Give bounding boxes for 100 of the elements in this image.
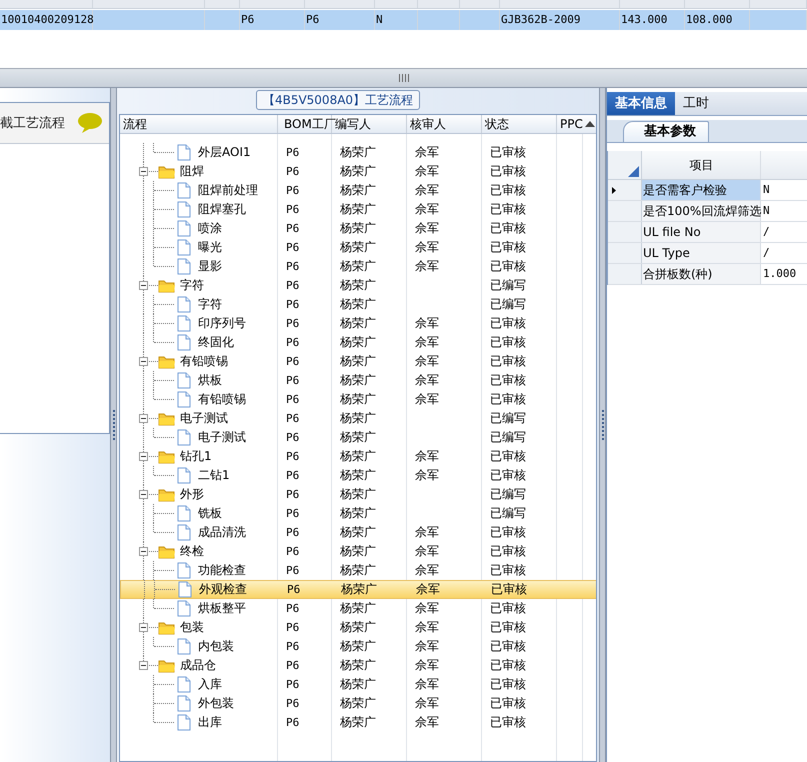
tree-row[interactable]: 钻孔1 P6 杨荣广 佘军 已审核: [120, 447, 596, 466]
folder-icon[interactable]: [158, 620, 176, 635]
tab[interactable]: 基本参数: [623, 121, 709, 142]
document-icon[interactable]: [177, 315, 191, 332]
tree-row[interactable]: 印序列号 P6 杨荣广 佘军 已审核: [120, 314, 596, 333]
tree-row[interactable]: 出库 P6 杨荣广 佘军 已审核: [120, 713, 596, 732]
status-cell: 已审核: [490, 240, 526, 254]
document-icon[interactable]: [177, 201, 191, 218]
document-icon[interactable]: [178, 581, 192, 598]
tree-row[interactable]: 阻焊 P6 杨荣广 佘军 已审核: [120, 162, 596, 181]
tree-row[interactable]: 包装 P6 杨荣广 佘军 已审核: [120, 618, 596, 637]
tree-row[interactable]: 烘板整平 P6 杨荣广 佘军 已审核: [120, 599, 596, 618]
tree-row[interactable]: 终检 P6 杨荣广 佘军 已审核: [120, 542, 596, 561]
table-cell: P6: [241, 13, 254, 26]
property-name[interactable]: UL file No: [642, 222, 761, 242]
document-icon[interactable]: [177, 144, 191, 161]
tree-row[interactable]: 烘板 P6 杨荣广 佘军 已审核: [120, 371, 596, 390]
collapse-toggle-icon[interactable]: [139, 547, 148, 556]
author-cell: 杨荣广: [340, 430, 376, 444]
document-icon[interactable]: [177, 220, 191, 237]
author-cell: 杨荣广: [340, 506, 376, 520]
tree-row[interactable]: 阻焊塞孔 P6 杨荣广 佘军 已审核: [120, 200, 596, 219]
sort-ascending-icon[interactable]: [584, 120, 595, 128]
collapse-toggle-icon[interactable]: [139, 357, 148, 366]
tree-row[interactable]: 外观检查 P6 杨荣广 佘军 已审核: [120, 580, 596, 599]
tree-row[interactable]: 入库 P6 杨荣广 佘军 已审核: [120, 675, 596, 694]
tree-row[interactable]: 字符 P6 杨荣广 已编写: [120, 295, 596, 314]
document-icon[interactable]: [177, 334, 191, 351]
column-header[interactable]: 项目: [690, 158, 714, 172]
folder-icon[interactable]: [158, 164, 176, 179]
table-row[interactable]: 10010400209128 P6 P6 N GJB362B-2009 143.000 108.000: [0, 10, 807, 30]
speech-bubble-icon[interactable]: [77, 112, 103, 134]
document-icon[interactable]: [177, 505, 191, 522]
folder-icon[interactable]: [158, 658, 176, 673]
collapse-toggle-icon[interactable]: [139, 661, 148, 670]
status-cell: 已审核: [490, 392, 526, 406]
folder-icon[interactable]: [158, 544, 176, 559]
tree-row[interactable]: 铣板 P6 杨荣广 已编写: [120, 504, 596, 523]
tree-row[interactable]: 电子测试 P6 杨荣广 已编写: [120, 409, 596, 428]
plant-cell: P6: [286, 526, 300, 539]
tree-row[interactable]: 内包装 P6 杨荣广 佘军 已审核: [120, 637, 596, 656]
collapse-toggle-icon[interactable]: [139, 490, 148, 499]
property-name[interactable]: 合拼板数(种): [642, 264, 761, 284]
folder-icon[interactable]: [158, 354, 176, 369]
reviewer-cell: 佘军: [415, 620, 439, 634]
document-icon[interactable]: [177, 296, 191, 313]
property-name[interactable]: 是否100%回流焊筛选: [642, 201, 761, 221]
tree-row[interactable]: 电子测试 P6 杨荣广 已编写: [120, 428, 596, 447]
folder-icon[interactable]: [158, 278, 176, 293]
tree-row[interactable]: 成品清洗 P6 杨荣广 佘军 已审核: [120, 523, 596, 542]
column-header[interactable]: BOM工厂: [284, 115, 336, 133]
tree-row[interactable]: 外形 P6 杨荣广 已编写: [120, 485, 596, 504]
column-header[interactable]: 编写人: [335, 115, 371, 133]
tree-node-label: 阻焊前处理: [198, 182, 258, 199]
document-icon[interactable]: [177, 676, 191, 693]
folder-icon[interactable]: [158, 487, 176, 502]
document-icon[interactable]: [177, 714, 191, 731]
tab[interactable]: 基本信息: [607, 92, 675, 115]
collapse-toggle-icon[interactable]: [139, 281, 148, 290]
property-name[interactable]: UL Type: [642, 243, 761, 263]
document-icon[interactable]: [177, 638, 191, 655]
property-name[interactable]: 是否需客户检验: [642, 180, 761, 200]
collapse-toggle-icon[interactable]: [139, 167, 148, 176]
tree-row[interactable]: 外包装 P6 杨荣广 佘军 已审核: [120, 694, 596, 713]
document-icon[interactable]: [177, 467, 191, 484]
tree-row[interactable]: 喷涂 P6 杨荣广 佘军 已审核: [120, 219, 596, 238]
column-header[interactable]: 状态: [485, 115, 509, 133]
tree-row[interactable]: 显影 P6 杨荣广 佘军 已审核: [120, 257, 596, 276]
document-icon[interactable]: [177, 524, 191, 541]
document-icon[interactable]: [177, 600, 191, 617]
column-header[interactable]: 核审人: [410, 115, 446, 133]
tree-row[interactable]: 终固化 P6 杨荣广 佘军 已审核: [120, 333, 596, 352]
column-header[interactable]: PPC: [560, 115, 583, 133]
document-icon[interactable]: [177, 372, 191, 389]
document-icon[interactable]: [177, 562, 191, 579]
document-icon[interactable]: [177, 182, 191, 199]
folder-icon[interactable]: [158, 449, 176, 464]
tree-row[interactable]: 成品仓 P6 杨荣广 佘军 已审核: [120, 656, 596, 675]
tree-row[interactable]: 阻焊前处理 P6 杨荣广 佘军 已审核: [120, 181, 596, 200]
document-icon[interactable]: [177, 391, 191, 408]
tree-node-label: 外包装: [198, 695, 234, 712]
column-header[interactable]: 流程: [123, 115, 147, 133]
collapse-toggle-icon[interactable]: [139, 452, 148, 461]
tree-row[interactable]: 曝光 P6 杨荣广 佘军 已审核: [120, 238, 596, 257]
plant-cell: P6: [286, 564, 300, 577]
collapse-toggle-icon[interactable]: [139, 623, 148, 632]
tree-row[interactable]: 二钻1 P6 杨荣广 佘军 已审核: [120, 466, 596, 485]
row-header[interactable]: [608, 180, 642, 200]
tree-row[interactable]: 有铅喷锡 P6 杨荣广 佘军 已审核: [120, 352, 596, 371]
tree-row[interactable]: 外层AOI1 P6 杨荣广 佘军 已审核: [120, 143, 596, 162]
document-icon[interactable]: [177, 429, 191, 446]
collapse-toggle-icon[interactable]: [139, 414, 148, 423]
document-icon[interactable]: [177, 695, 191, 712]
document-icon[interactable]: [177, 258, 191, 275]
document-icon[interactable]: [177, 239, 191, 256]
tree-row[interactable]: 有铅喷锡 P6 杨荣广 佘军 已审核: [120, 390, 596, 409]
reviewer-cell: 佘军: [415, 696, 439, 710]
tree-row[interactable]: 字符 P6 杨荣广 已编写: [120, 276, 596, 295]
tab[interactable]: 工时: [675, 92, 717, 115]
folder-icon[interactable]: [158, 411, 176, 426]
